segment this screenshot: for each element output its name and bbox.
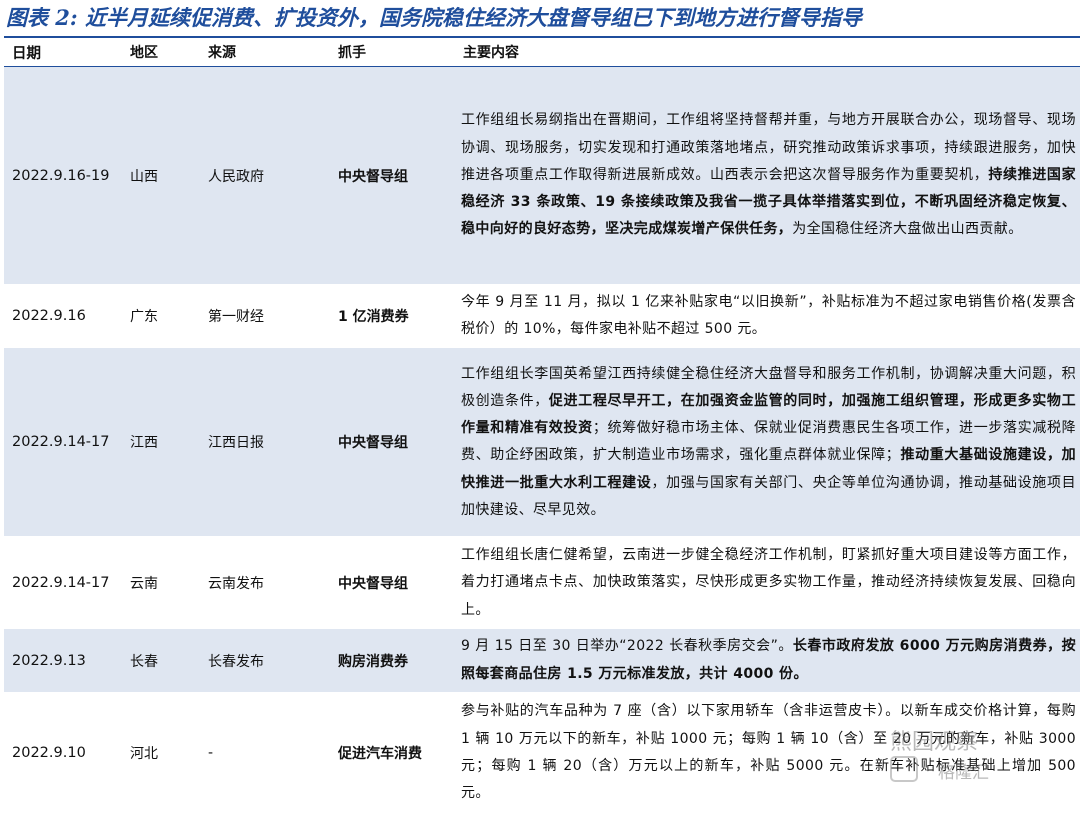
header-grip: 抓手 (338, 36, 455, 67)
cell-grip: 中央督导组 (338, 347, 455, 538)
cell-content: 参与补贴的汽车品种为 7 座（含）以下家用轿车（含非运营皮卡）。以新车成交价格计… (455, 692, 1080, 814)
cell-grip: 中央督导组 (338, 536, 455, 630)
table-row: 2022.9.14-17 江西 江西日报 中央督导组 工作组组长李国英希望江西持… (4, 347, 1080, 538)
cell-date: 2022.9.16-19 (4, 66, 130, 285)
cell-source: 长春发布 (208, 628, 338, 693)
table-row: 2022.9.10 河北 - 促进汽车消费 参与补贴的汽车品种为 7 座（含）以… (4, 692, 1080, 814)
cell-content: 工作组组长易纲指出在晋期间，工作组将坚持督帮并重，与地方开展联合办公，现场督导、… (455, 66, 1080, 285)
cell-grip: 购房消费券 (338, 628, 455, 693)
header-region: 地区 (130, 36, 208, 67)
table-row: 2022.9.16-19 山西 人民政府 中央督导组 工作组组长易纲指出在晋期间… (4, 66, 1080, 285)
header-content: 主要内容 (455, 36, 1080, 67)
cell-region: 山西 (130, 66, 208, 285)
cell-source: 江西日报 (208, 347, 338, 538)
cell-date: 2022.9.13 (4, 628, 130, 693)
table-row: 2022.9.13 长春 长春发布 购房消费券 9 月 15 日至 30 日举办… (4, 628, 1080, 693)
cell-content: 9 月 15 日至 30 日举办“2022 长春秋季房交会”。长春市政府发放 6… (455, 628, 1080, 693)
cell-region: 江西 (130, 347, 208, 538)
cell-source: 云南发布 (208, 536, 338, 630)
cell-content: 今年 9 月至 11 月，拟以 1 亿来补贴家电“以旧换新”，补贴标准为不超过家… (455, 284, 1080, 349)
cell-source: 第一财经 (208, 284, 338, 349)
cell-source: 人民政府 (208, 66, 338, 285)
cell-date: 2022.9.14-17 (4, 347, 130, 538)
table-header-row: 日期 地区 来源 抓手 主要内容 (4, 36, 1080, 67)
cell-region: 广东 (130, 284, 208, 349)
cell-region: 河北 (130, 692, 208, 814)
cell-date: 2022.9.14-17 (4, 536, 130, 630)
header-date: 日期 (4, 36, 130, 67)
policy-table: 日期 地区 来源 抓手 主要内容 2022.9.16-19 山西 人民政府 中央… (4, 36, 1080, 814)
cell-source: - (208, 692, 338, 814)
cell-region: 云南 (130, 536, 208, 630)
cell-date: 2022.9.16 (4, 284, 130, 349)
cell-content: 工作组组长李国英希望江西持续健全稳住经济大盘督导和服务工作机制，协调解决重大问题… (455, 347, 1080, 538)
header-source: 来源 (208, 36, 338, 67)
table-row: 2022.9.14-17 云南 云南发布 中央督导组 工作组组长唐仁健希望，云南… (4, 536, 1080, 630)
figure-title: 图表 2: 近半月延续促消费、扩投资外，国务院稳住经济大盘督导组已下到地方进行督… (6, 5, 862, 30)
cell-date: 2022.9.10 (4, 692, 130, 814)
cell-grip: 1 亿消费券 (338, 284, 455, 349)
cell-grip: 中央督导组 (338, 66, 455, 285)
cell-grip: 促进汽车消费 (338, 692, 455, 814)
table-row: 2022.9.16 广东 第一财经 1 亿消费券 今年 9 月至 11 月，拟以… (4, 284, 1080, 349)
cell-region: 长春 (130, 628, 208, 693)
cell-content: 工作组组长唐仁健希望，云南进一步健全稳经济工作机制，盯紧抓好重大项目建设等方面工… (455, 536, 1080, 630)
